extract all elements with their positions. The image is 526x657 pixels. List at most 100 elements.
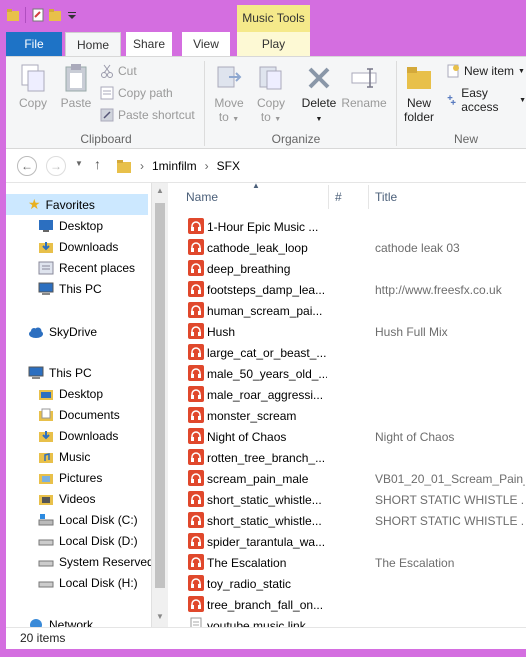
tab-home[interactable]: Home (65, 32, 121, 56)
tab-play[interactable]: Play (237, 32, 310, 56)
file-row[interactable]: large_cat_or_beast_... (176, 342, 526, 363)
file-row[interactable]: youtube music link (176, 615, 526, 627)
nav-system-reserved[interactable]: System Reserved (6, 551, 151, 572)
audio-file-icon (188, 533, 204, 549)
nav-this-pc-favorite[interactable]: This PC (6, 278, 102, 299)
file-row[interactable]: toy_radio_static (176, 573, 526, 594)
file-row[interactable]: cathode_leak_loop cathode leak 03 (176, 237, 526, 258)
file-name: 1-Hour Epic Music ... (207, 219, 319, 234)
file-row[interactable]: scream_pain_male VB01_20_01_Scream_Pain_.… (176, 468, 526, 489)
nav-local-disk-h[interactable]: Local Disk (H:) (6, 572, 138, 593)
nav-recent-places[interactable]: Recent places (6, 257, 135, 278)
up-arrow-icon: ↑ (94, 156, 101, 172)
nav-pc-downloads[interactable]: Downloads (6, 425, 118, 446)
nav-pc-desktop[interactable]: Desktop (6, 383, 103, 404)
new-item-button[interactable]: New item ▼ (446, 64, 525, 78)
breadcrumb-item[interactable]: SFX (217, 159, 240, 173)
nav-network[interactable]: Network (6, 614, 93, 627)
scroll-thumb[interactable] (155, 203, 165, 588)
nav-scrollbar[interactable]: ▲ ▼ (151, 183, 168, 627)
file-title: Night of Chaos (375, 429, 455, 444)
nav-label: Recent places (59, 260, 136, 275)
column-header-title[interactable]: Title (375, 183, 397, 211)
nav-this-pc[interactable]: This PC (6, 362, 92, 383)
rename-button[interactable]: Rename (341, 63, 387, 110)
breadcrumb[interactable]: › 1minfilm › SFX (116, 154, 526, 178)
file-name: cathode_leak_loop (207, 240, 308, 255)
tab-view[interactable]: View (182, 32, 230, 56)
file-row[interactable]: spider_tarantula_wa... (176, 531, 526, 552)
audio-file-icon (188, 218, 204, 234)
nav-local-disk-d[interactable]: Local Disk (D:) (6, 530, 138, 551)
nav-videos[interactable]: Videos (6, 488, 95, 509)
breadcrumb-item[interactable]: 1minfilm (152, 159, 197, 173)
move-to-button[interactable]: Move to ▼ (209, 63, 249, 124)
file-name: short_static_whistle... (207, 513, 322, 528)
column-header-number[interactable]: # (335, 183, 342, 211)
nav-music[interactable]: Music (6, 446, 90, 467)
tab-file[interactable]: File (6, 32, 62, 56)
copy-button[interactable]: Copy (14, 63, 52, 110)
file-row[interactable]: Hush Hush Full Mix (176, 321, 526, 342)
nav-documents[interactable]: Documents (6, 404, 120, 425)
file-row[interactable]: The Escalation The Escalation (176, 552, 526, 573)
file-row[interactable]: Night of Chaos Night of Chaos (176, 426, 526, 447)
file-row[interactable]: rotten_tree_branch_... (176, 447, 526, 468)
properties-icon[interactable] (31, 8, 45, 22)
file-row[interactable]: human_scream_pai... (176, 300, 526, 321)
item-count: 20 items (20, 631, 66, 645)
scroll-down-icon[interactable]: ▼ (155, 611, 165, 623)
nav-pictures[interactable]: Pictures (6, 467, 102, 488)
file-row[interactable]: 1-Hour Epic Music ... (176, 216, 526, 237)
copy-label: Copy (18, 96, 47, 110)
nav-skydrive[interactable]: SkyDrive (6, 321, 97, 342)
forward-button[interactable]: → (46, 156, 66, 176)
file-row[interactable]: short_static_whistle... SHORT STATIC WHIS… (176, 489, 526, 510)
delete-button[interactable]: Delete ▼ (299, 63, 339, 124)
nav-label: Network (49, 617, 94, 628)
file-title: Hush Full Mix (375, 324, 448, 339)
scroll-up-icon[interactable]: ▲ (155, 185, 165, 197)
file-row[interactable]: male_roar_aggressi... (176, 384, 526, 405)
column-divider[interactable] (328, 185, 329, 209)
file-row[interactable]: short_static_whistle... SHORT STATIC WHIS… (176, 510, 526, 531)
dropdown-arrow-icon: ▼ (519, 96, 526, 104)
quick-access-toolbar (6, 7, 79, 23)
file-row[interactable]: monster_scream (176, 405, 526, 426)
column-divider[interactable] (368, 185, 369, 209)
nav-downloads[interactable]: Downloads (6, 236, 118, 257)
copy-path-button[interactable]: Copy path (100, 86, 173, 100)
recent-locations-dropdown[interactable]: ▼ (75, 159, 83, 168)
audio-file-icon (188, 323, 204, 339)
paste-shortcut-button[interactable]: Paste shortcut (100, 108, 195, 122)
new-item-icon (447, 64, 459, 78)
audio-file-icon (188, 281, 204, 297)
file-row[interactable]: footsteps_damp_lea... http://www.freesfx.… (176, 279, 526, 300)
nav-label: Favorites (45, 197, 95, 212)
easy-access-button[interactable]: Easy access ▼ (446, 86, 526, 114)
move-to-label-2: to (218, 110, 229, 124)
back-button[interactable]: ← (17, 156, 37, 176)
copy-to-button[interactable]: Copy to ▼ (251, 63, 291, 124)
file-row[interactable]: tree_branch_fall_on... (176, 594, 526, 615)
customize-toolbar-icon[interactable] (65, 8, 79, 22)
new-folder-button[interactable]: New folder (400, 63, 438, 124)
new-folder-icon[interactable] (48, 8, 62, 22)
star-icon: ★ (28, 196, 41, 212)
folder-icon (7, 9, 19, 21)
paste-button[interactable]: Paste (56, 63, 96, 110)
up-button[interactable]: ↑ (94, 156, 101, 172)
nav-local-disk-c[interactable]: Local Disk (C:) (6, 509, 138, 530)
nav-desktop[interactable]: Desktop (6, 215, 103, 236)
nav-favorites[interactable]: ★ Favorites (6, 194, 148, 215)
clipboard-group-label: Clipboard (80, 132, 132, 146)
move-to-icon (217, 66, 242, 88)
network-icon (30, 618, 42, 627)
file-row[interactable]: male_50_years_old_... (176, 363, 526, 384)
tab-share[interactable]: Share (126, 32, 172, 56)
file-row[interactable]: deep_breathing (176, 258, 526, 279)
dropdown-arrow-icon: ▼ (274, 116, 282, 123)
file-name: toy_radio_static (207, 576, 292, 591)
column-header-name[interactable]: Name (186, 183, 218, 211)
cut-button[interactable]: Cut (100, 64, 137, 78)
